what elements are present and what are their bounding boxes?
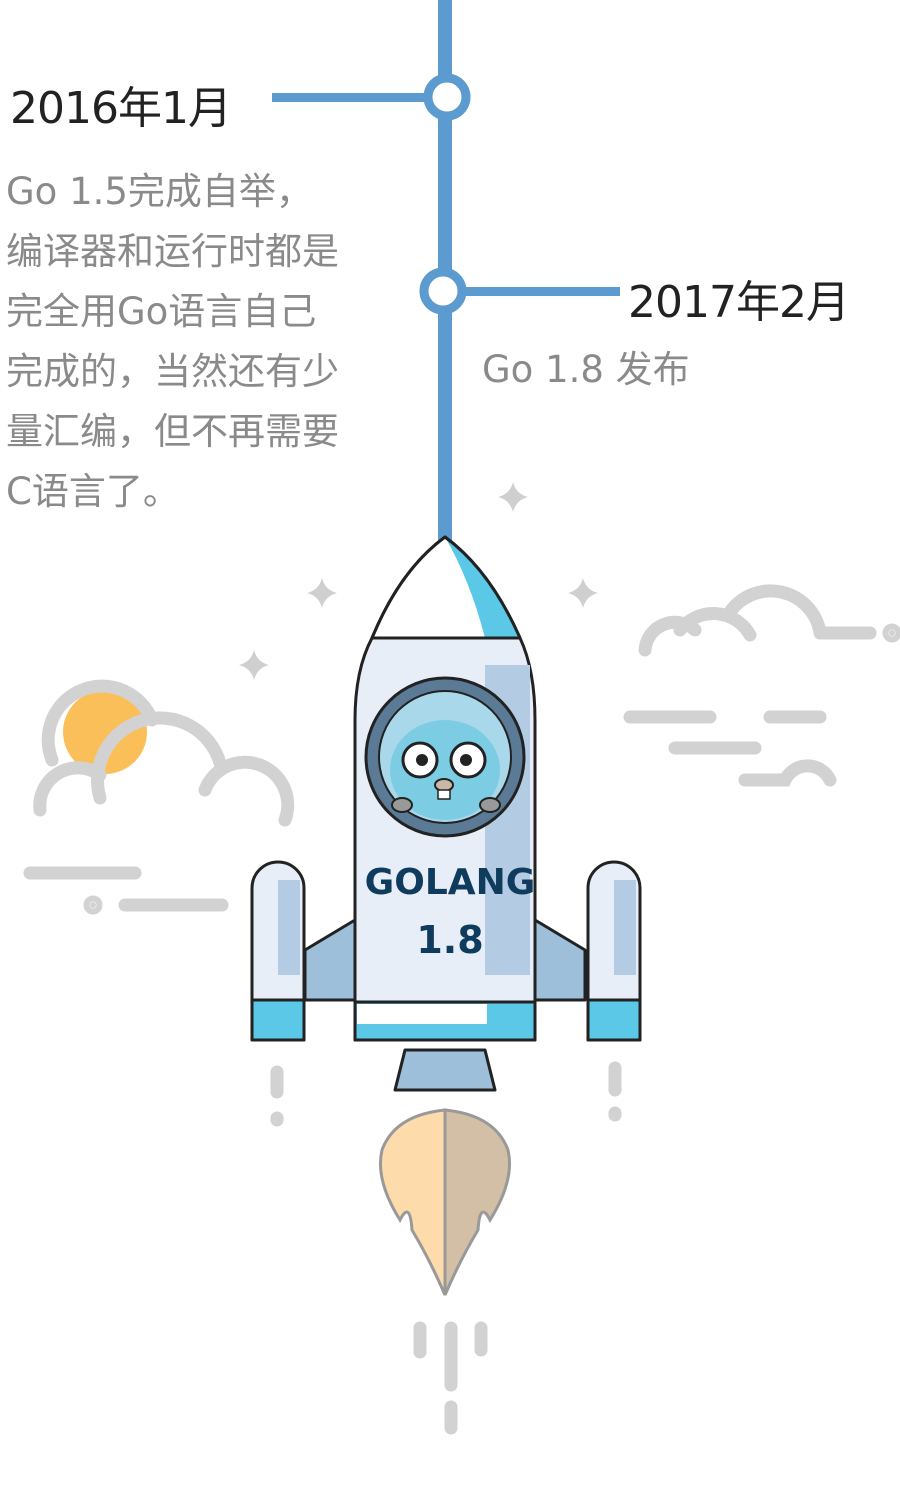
rocket-version: 1.8 <box>416 918 484 962</box>
cloud-sun-icon <box>23 679 295 915</box>
flame <box>378 1108 512 1296</box>
event-description-2016: Go 1.5完成自举， 编译器和运行时都是 完全用Go语言自己 完成的，当然还有… <box>6 162 339 522</box>
description-line: 编译器和运行时都是 <box>6 230 339 273</box>
timeline-connector-1 <box>272 93 432 102</box>
rocket <box>250 535 642 1092</box>
description-line: 完全用Go语言自己 <box>6 290 317 333</box>
timeline-node-2 <box>419 267 467 315</box>
timeline-node-1 <box>423 73 471 121</box>
timeline-connector-2 <box>458 287 620 296</box>
rocket-label: GOLANG <box>364 862 536 903</box>
cloud-icon <box>623 584 900 787</box>
description-line: Go 1.8 发布 <box>482 348 690 391</box>
event-date-2016: 2016年1月 <box>10 83 232 134</box>
description-line: 完成的，当然还有少 <box>6 350 339 393</box>
event-date-2017: 2017年2月 <box>628 277 850 328</box>
description-line: 量汇编，但不再需要 <box>6 410 339 453</box>
description-line: Go 1.5完成自举， <box>6 170 313 213</box>
event-description-2017: Go 1.8 发布 <box>482 340 690 400</box>
description-line: C语言了。 <box>6 470 180 513</box>
